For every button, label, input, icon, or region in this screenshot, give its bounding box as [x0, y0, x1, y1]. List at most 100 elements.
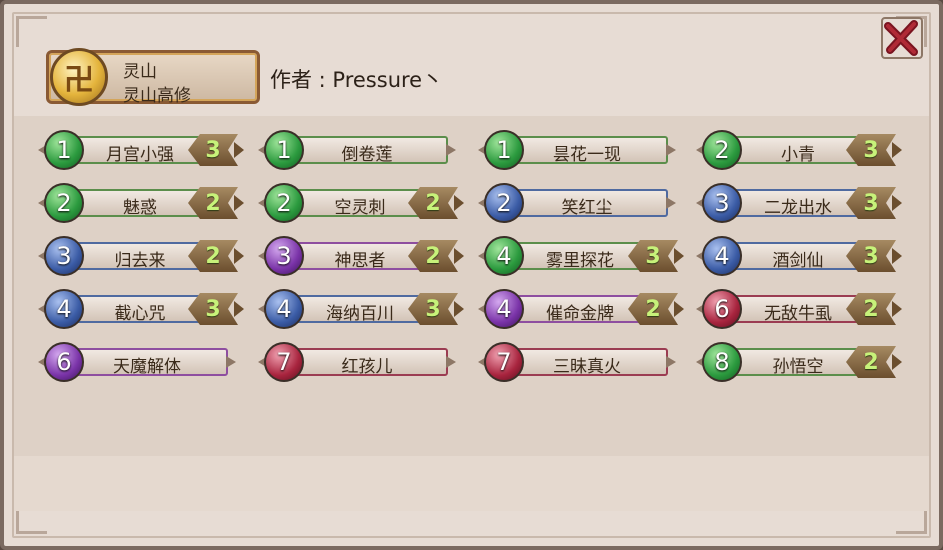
card-entry[interactable]: 天魔解体 6 [38, 340, 248, 384]
card-entry[interactable]: 神思者 2 3 [258, 234, 468, 278]
card-right-cap [666, 144, 676, 156]
card-end-cap [674, 248, 684, 264]
card-name: 无敌牛虱 [764, 304, 832, 324]
card-entry[interactable]: 魅惑 2 2 [38, 181, 248, 225]
card-end-cap [892, 248, 902, 264]
card-cost-gem: 3 [44, 236, 84, 276]
card-cost-gem: 2 [484, 183, 524, 223]
author-label: 作者 : Pressure丶 [270, 68, 444, 92]
card-entry[interactable]: 倒卷莲 1 [258, 128, 468, 172]
card-cost-gem: 1 [44, 130, 84, 170]
card-end-cap [454, 248, 464, 264]
card-entry[interactable]: 催命金牌 2 4 [478, 287, 688, 331]
card-count: 2 [863, 296, 879, 322]
card-end-cap [234, 248, 244, 264]
card-cost-gem: 6 [44, 342, 84, 382]
card-cost-gem: 3 [264, 236, 304, 276]
card-cost-gem: 6 [702, 289, 742, 329]
card-entry[interactable]: 二龙出水 3 3 [696, 181, 906, 225]
card-entry[interactable]: 空灵刺 2 2 [258, 181, 468, 225]
card-end-cap [454, 301, 464, 317]
card-entry[interactable]: 笑红尘 2 [478, 181, 688, 225]
card-name: 催命金牌 [546, 304, 614, 324]
card-cost-gem: 4 [702, 236, 742, 276]
card-cost-gem: 1 [264, 130, 304, 170]
card-name: 魅惑 [123, 198, 157, 218]
crest-icon: 卍 [50, 48, 108, 106]
card-cost-gem: 4 [484, 236, 524, 276]
card-right-cap [666, 356, 676, 368]
card-end-cap [234, 195, 244, 211]
card-end-cap [674, 301, 684, 317]
card-end-cap [892, 301, 902, 317]
card-name: 空灵刺 [334, 198, 386, 218]
card-cost-gem: 4 [44, 289, 84, 329]
card-cost-gem: 1 [484, 130, 524, 170]
card-count: 3 [863, 190, 879, 216]
card-name: 天魔解体 [113, 357, 181, 377]
close-button[interactable] [880, 16, 924, 60]
card-name: 月宫小强 [106, 145, 174, 165]
card-right-cap [226, 356, 236, 368]
card-entry[interactable]: 小青 3 2 [696, 128, 906, 172]
card-entry[interactable]: 海纳百川 3 4 [258, 287, 468, 331]
card-cost-gem: 7 [484, 342, 524, 382]
card-entry[interactable]: 无敌牛虱 2 6 [696, 287, 906, 331]
card-count: 3 [425, 296, 441, 322]
card-end-cap [234, 301, 244, 317]
deck-class-name: 灵山 [123, 62, 157, 82]
card-name: 倒卷莲 [341, 145, 393, 165]
card-name: 红孩儿 [341, 357, 393, 377]
card-count: 3 [863, 243, 879, 269]
card-cost-gem: 2 [264, 183, 304, 223]
card-end-cap [892, 195, 902, 211]
deck-name: 灵山高修 [123, 86, 191, 106]
card-cost-gem: 2 [44, 183, 84, 223]
card-count: 2 [645, 296, 661, 322]
card-cost-gem: 2 [702, 130, 742, 170]
card-entry[interactable]: 三昧真火 7 [478, 340, 688, 384]
card-entry[interactable]: 红孩儿 7 [258, 340, 468, 384]
corner-ornament [16, 16, 47, 47]
card-entry[interactable]: 雾里探花 3 4 [478, 234, 688, 278]
card-name: 二龙出水 [764, 198, 832, 218]
card-name: 截心咒 [114, 304, 166, 324]
card-name: 神思者 [334, 251, 386, 271]
card-entry[interactable]: 截心咒 3 4 [38, 287, 248, 331]
card-cost-gem: 8 [702, 342, 742, 382]
card-entry[interactable]: 月宫小强 3 1 [38, 128, 248, 172]
card-cost-gem: 3 [702, 183, 742, 223]
card-count: 3 [205, 296, 221, 322]
card-name: 昙花一现 [553, 145, 621, 165]
card-entry[interactable]: 归去来 2 3 [38, 234, 248, 278]
card-entry[interactable]: 孙悟空 2 8 [696, 340, 906, 384]
card-name: 小青 [781, 145, 815, 165]
card-count: 2 [863, 349, 879, 375]
card-entry[interactable]: 昙花一现 1 [478, 128, 688, 172]
card-count: 3 [645, 243, 661, 269]
card-count: 3 [205, 137, 221, 163]
card-name: 孙悟空 [772, 357, 824, 377]
card-right-cap [446, 356, 456, 368]
footer-area [14, 456, 929, 511]
card-end-cap [892, 142, 902, 158]
card-name: 海纳百川 [326, 304, 394, 324]
card-cost-gem: 7 [264, 342, 304, 382]
card-count: 3 [863, 137, 879, 163]
card-entry[interactable]: 酒剑仙 3 4 [696, 234, 906, 278]
card-cost-gem: 4 [264, 289, 304, 329]
card-name: 笑红尘 [561, 198, 613, 218]
card-end-cap [234, 142, 244, 158]
card-end-cap [454, 195, 464, 211]
card-name: 酒剑仙 [772, 251, 824, 271]
card-name: 三昧真火 [553, 357, 621, 377]
card-right-cap [666, 197, 676, 209]
card-name: 雾里探花 [546, 251, 614, 271]
card-count: 2 [425, 243, 441, 269]
card-right-cap [446, 144, 456, 156]
card-count: 2 [205, 243, 221, 269]
card-count: 2 [205, 190, 221, 216]
deck-header: 灵山 灵山高修 卍 [46, 48, 260, 106]
card-name: 归去来 [114, 251, 166, 271]
card-end-cap [892, 354, 902, 370]
